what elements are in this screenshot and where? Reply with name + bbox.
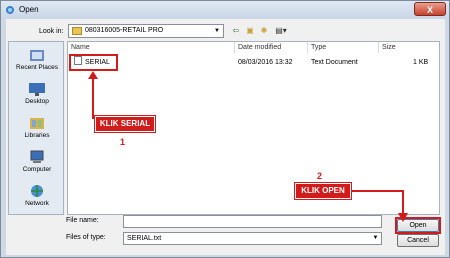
place-label: Desktop bbox=[25, 98, 49, 105]
libraries-icon bbox=[30, 118, 44, 129]
network-icon bbox=[31, 185, 43, 197]
step-number-1: 1 bbox=[120, 137, 126, 147]
callout-klik-open: KLIK OPEN bbox=[294, 182, 352, 200]
look-in-label: Look in: bbox=[39, 28, 64, 35]
recent-places-icon bbox=[30, 50, 44, 61]
view-menu-icon[interactable]: ▤▾ bbox=[272, 25, 290, 37]
place-label: Computer bbox=[22, 166, 52, 173]
place-libraries[interactable]: Libraries bbox=[9, 116, 65, 139]
chevron-down-icon: ▼ bbox=[214, 28, 220, 34]
folder-icon bbox=[72, 27, 82, 35]
file-date: 08/03/2016 13:32 bbox=[238, 59, 293, 66]
open-dialog: Open X Look in: 080316005-RETAIL PRO ▼ ⇦… bbox=[0, 0, 450, 258]
back-icon[interactable]: ⇦ bbox=[230, 25, 242, 37]
place-network[interactable]: Network bbox=[9, 184, 65, 207]
title-bar: Open X bbox=[1, 1, 449, 19]
column-header-type[interactable]: Type bbox=[308, 42, 379, 53]
callout-klik-serial: KLIK SERIAL bbox=[94, 115, 156, 133]
arrow-to-serial bbox=[88, 71, 98, 119]
place-desktop[interactable]: Desktop bbox=[9, 82, 65, 105]
place-label: Network bbox=[25, 200, 49, 207]
look-in-dropdown[interactable]: 080316005-RETAIL PRO ▼ bbox=[68, 24, 224, 38]
app-icon bbox=[6, 6, 14, 14]
highlight-serial-file bbox=[69, 54, 118, 71]
close-button[interactable]: X bbox=[414, 2, 446, 16]
dialog-body: Look in: 080316005-RETAIL PRO ▼ ⇦ ▣ ✱ ▤▾… bbox=[6, 19, 445, 255]
file-name-input[interactable] bbox=[123, 215, 382, 228]
places-bar: Recent Places Desktop Libraries Computer… bbox=[8, 41, 64, 215]
file-type-value: SERIAL.txt bbox=[127, 235, 162, 242]
file-type-dropdown[interactable]: SERIAL.txt ▼ bbox=[123, 232, 382, 245]
column-header-name[interactable]: Name bbox=[68, 42, 235, 53]
new-folder-icon[interactable]: ✱ bbox=[258, 25, 270, 37]
place-label: Libraries bbox=[24, 132, 50, 139]
chevron-down-icon: ▼ bbox=[372, 235, 379, 241]
file-type: Text Document bbox=[311, 59, 358, 66]
step-number-2: 2 bbox=[317, 171, 323, 181]
column-header-date[interactable]: Date modified bbox=[235, 42, 308, 53]
file-row[interactable]: SERIAL 08/03/2016 13:32 Text Document 1 … bbox=[68, 56, 439, 69]
highlight-open-button bbox=[395, 217, 441, 234]
cancel-button[interactable]: Cancel bbox=[397, 234, 439, 247]
file-size: 1 KB bbox=[413, 59, 429, 66]
place-recent-places[interactable]: Recent Places bbox=[9, 48, 65, 71]
place-label: Recent Places bbox=[16, 64, 58, 71]
computer-icon bbox=[30, 150, 44, 163]
up-folder-icon[interactable]: ▣ bbox=[244, 25, 256, 37]
file-type-label: Files of type: bbox=[66, 234, 106, 241]
column-header-size[interactable]: Size bbox=[379, 42, 439, 53]
place-computer[interactable]: Computer bbox=[9, 150, 65, 173]
window-title: Open bbox=[19, 5, 39, 14]
file-name-label: File name: bbox=[66, 217, 99, 224]
look-in-value: 080316005-RETAIL PRO bbox=[85, 27, 164, 34]
desktop-icon bbox=[29, 83, 45, 96]
